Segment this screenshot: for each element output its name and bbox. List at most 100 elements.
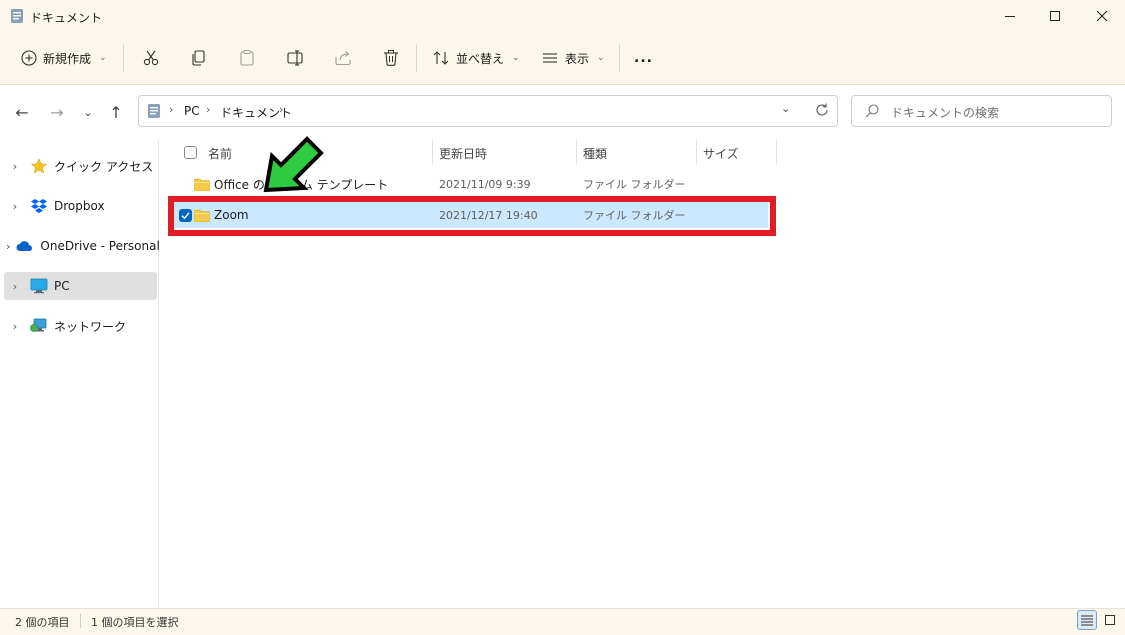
refresh-icon: [816, 103, 828, 116]
arrow-up-icon: ↑: [109, 102, 123, 122]
row-checkbox[interactable]: [179, 202, 192, 228]
folder-icon: [194, 202, 210, 228]
maximize-button[interactable]: [1032, 0, 1078, 32]
arrow-right-icon: →: [50, 102, 64, 122]
folder-icon: [194, 171, 210, 197]
chevron-down-icon: ⌄: [512, 53, 520, 63]
sidebar-item-pc[interactable]: › PC: [4, 272, 157, 300]
chevron-down-icon: ⌄: [83, 105, 93, 119]
dropbox-icon: [30, 197, 48, 215]
checkbox-checked-icon: [179, 208, 192, 222]
search-placeholder: ドキュメントの検索: [891, 106, 1000, 120]
file-modified: 2021/11/09 9:39: [439, 177, 531, 191]
more-options-button[interactable]: ...: [628, 42, 659, 74]
title-bar: [0, 0, 1125, 32]
toolbar-divider: [416, 44, 417, 72]
toolbar-divider: [123, 44, 124, 72]
rename-icon: [287, 50, 303, 66]
new-button-label: 新規作成: [43, 51, 92, 66]
view-button-label: 表示: [565, 51, 590, 66]
file-modified: 2021/12/17 19:40: [439, 208, 538, 222]
file-row[interactable]: Zoom 2021/12/17 19:40 ファイル フォルダー: [172, 202, 768, 228]
sidebar-item-label: Dropbox: [54, 199, 105, 213]
sidebar-item-label: PC: [54, 279, 70, 293]
clipboard-icon: [240, 50, 254, 66]
document-icon: [10, 8, 24, 24]
back-button[interactable]: ←: [9, 99, 35, 125]
chevron-right-icon: ›: [12, 279, 18, 293]
monitor-icon: [30, 277, 48, 295]
chevron-right-icon: ›: [12, 199, 18, 213]
new-button[interactable]: 新規作成 ⌄: [15, 42, 113, 74]
minimize-icon: [1005, 16, 1015, 17]
minimize-button[interactable]: [987, 0, 1033, 32]
forward-button[interactable]: →: [44, 99, 70, 125]
refresh-button[interactable]: [814, 102, 830, 118]
chevron-down-icon: ⌄: [99, 53, 107, 63]
arrow-left-icon: ←: [15, 102, 29, 122]
search-icon: [864, 103, 880, 119]
list-view-icon: [543, 53, 557, 63]
sort-icon: [433, 51, 449, 65]
share-button[interactable]: [328, 42, 358, 74]
details-view-button[interactable]: [1077, 610, 1097, 630]
details-view-icon: [1081, 615, 1093, 626]
more-icon: ...: [634, 50, 653, 66]
selected-count: 1 個の項目を選択: [91, 616, 179, 629]
copy-button[interactable]: [184, 42, 214, 74]
sidebar-item-quick-access[interactable]: › クイック アクセス: [4, 152, 157, 180]
column-divider[interactable]: [432, 140, 433, 164]
close-button[interactable]: [1079, 0, 1125, 32]
annotation-arrow-icon: [260, 134, 326, 194]
large-icons-view-button[interactable]: [1100, 610, 1120, 630]
delete-button[interactable]: [376, 42, 406, 74]
tiles-view-icon: [1105, 615, 1115, 625]
column-header-size[interactable]: サイズ: [703, 142, 739, 164]
up-button[interactable]: ↑: [103, 99, 129, 125]
column-header-type[interactable]: 種類: [583, 142, 607, 164]
sidebar-item-label: OneDrive - Personal: [40, 239, 160, 253]
column-header-modified[interactable]: 更新日時: [439, 142, 487, 164]
share-icon: [335, 51, 351, 66]
column-divider[interactable]: [776, 140, 777, 164]
breadcrumb-pc[interactable]: PC: [184, 104, 200, 118]
plus-circle-icon: [21, 50, 37, 66]
chevron-right-icon: ›: [6, 239, 11, 253]
sidebar-item-onedrive[interactable]: › OneDrive - Personal: [4, 232, 160, 260]
item-count: 2 個の項目: [15, 616, 70, 629]
file-type: ファイル フォルダー: [583, 209, 686, 222]
scissors-icon: [143, 50, 159, 66]
column-header-name[interactable]: 名前: [208, 142, 232, 164]
breadcrumb-separator-icon: ›: [206, 103, 211, 116]
view-button[interactable]: 表示 ⌄: [535, 42, 611, 74]
copy-icon: [192, 50, 205, 66]
network-icon: [30, 317, 48, 335]
toolbar-divider: [619, 44, 620, 72]
maximize-icon: [1050, 11, 1060, 21]
sidebar-item-dropbox[interactable]: › Dropbox: [4, 192, 157, 220]
sidebar-item-network[interactable]: › ネットワーク: [4, 312, 157, 340]
status-divider: [80, 614, 81, 628]
trash-icon: [384, 50, 398, 66]
sort-button-label: 並べ替え: [456, 51, 505, 66]
select-all-checkbox[interactable]: [184, 146, 197, 159]
chevron-down-icon: ⌄: [781, 102, 791, 115]
sidebar-item-label: クイック アクセス: [54, 159, 154, 174]
column-divider[interactable]: [696, 140, 697, 164]
breadcrumb-separator-icon: ›: [279, 103, 284, 116]
sort-button[interactable]: 並べ替え ⌄: [426, 42, 526, 74]
star-icon: [30, 157, 48, 175]
sidebar-item-label: ネットワーク: [54, 319, 127, 334]
cut-button[interactable]: [136, 42, 166, 74]
column-divider[interactable]: [576, 140, 577, 164]
window-title: ドキュメント: [30, 11, 103, 25]
recent-locations-button[interactable]: ⌄: [75, 99, 101, 125]
chevron-right-icon: ›: [12, 319, 18, 333]
document-icon: [147, 103, 161, 119]
address-history-button[interactable]: ⌄: [781, 102, 790, 115]
rename-button[interactable]: [280, 42, 310, 74]
file-type: ファイル フォルダー: [583, 178, 686, 191]
breadcrumb-separator-icon: ›: [169, 103, 174, 116]
chevron-right-icon: ›: [12, 159, 18, 173]
paste-button[interactable]: [232, 42, 262, 74]
